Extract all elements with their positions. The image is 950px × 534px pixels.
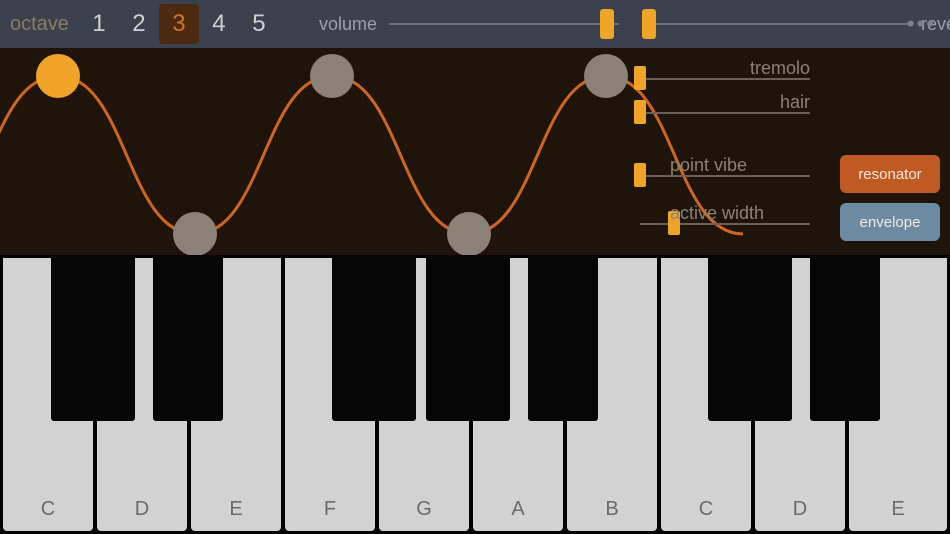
active-width-slider[interactable]: active width — [640, 205, 810, 239]
hair-slider[interactable]: hair — [640, 94, 940, 128]
top-bar: octave 12345 volume reverb ••• — [0, 0, 950, 48]
octave-4[interactable]: 4 — [199, 4, 239, 44]
point-vibe-label: point vibe — [670, 155, 747, 176]
tremolo-label: tremolo — [750, 58, 810, 79]
key-label: C — [699, 498, 713, 521]
hair-label: hair — [780, 92, 810, 113]
envelope-button[interactable]: envelope — [840, 203, 940, 241]
resonator-button[interactable]: resonator — [840, 155, 940, 193]
octave-3[interactable]: 3 — [159, 4, 199, 44]
key-label: A — [511, 498, 524, 521]
octave-2[interactable]: 2 — [119, 4, 159, 44]
wave-node-1[interactable] — [173, 212, 217, 256]
black-key-2[interactable] — [332, 255, 416, 421]
octave-1[interactable]: 1 — [79, 4, 119, 44]
black-key-1[interactable] — [153, 255, 223, 421]
side-controls: tremolo hair point vibe resonator active… — [640, 60, 940, 246]
tremolo-slider[interactable]: tremolo — [640, 60, 940, 94]
point-vibe-slider[interactable]: point vibe — [640, 157, 810, 191]
volume-thumb[interactable] — [600, 9, 614, 39]
black-key-0[interactable] — [51, 255, 135, 421]
wave-node-3[interactable] — [447, 212, 491, 256]
black-key-5[interactable] — [708, 255, 792, 421]
key-label: E — [229, 498, 242, 521]
wave-node-4[interactable] — [584, 54, 628, 98]
wave-node-0[interactable] — [36, 54, 80, 98]
key-label: E — [891, 498, 904, 521]
black-key-6[interactable] — [810, 255, 880, 421]
reverb-thumb[interactable] — [642, 9, 656, 39]
key-label: G — [416, 498, 432, 521]
key-label: D — [135, 498, 149, 521]
wave-node-2[interactable] — [310, 54, 354, 98]
volume-slider[interactable]: volume — [319, 14, 619, 35]
key-label: C — [41, 498, 55, 521]
more-icon[interactable]: ••• — [907, 11, 936, 37]
reverb-slider[interactable]: reverb — [649, 14, 950, 35]
octave-label: octave — [10, 13, 69, 36]
keyboard: CDEFGABCDE — [0, 255, 950, 534]
wave-area[interactable]: tremolo hair point vibe resonator active… — [0, 48, 950, 258]
key-label: D — [793, 498, 807, 521]
hair-thumb[interactable] — [634, 100, 646, 124]
point-vibe-thumb[interactable] — [634, 163, 646, 187]
volume-label: volume — [319, 14, 377, 35]
octave-5[interactable]: 5 — [239, 4, 279, 44]
key-label: F — [324, 498, 336, 521]
tremolo-thumb[interactable] — [634, 66, 646, 90]
black-key-3[interactable] — [426, 255, 510, 421]
black-key-4[interactable] — [528, 255, 598, 421]
active-width-label: active width — [670, 203, 764, 224]
key-label: B — [605, 498, 618, 521]
